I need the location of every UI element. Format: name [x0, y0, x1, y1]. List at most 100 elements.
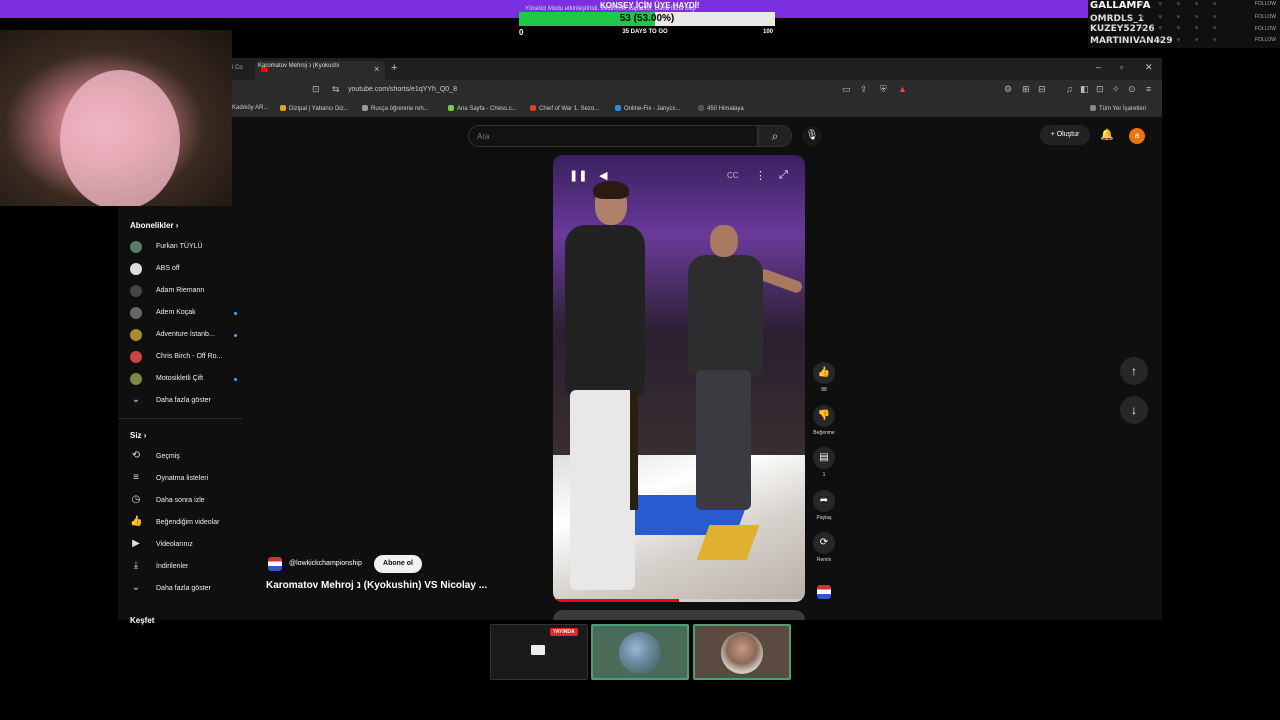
recent-followers-panel: GALLAMPA OMRDLS_1 KUZEY52726 MARTINIVAN4…	[1088, 0, 1280, 48]
site-info-icon[interactable]: ⇆	[332, 84, 340, 95]
bookmark-item[interactable]: 450 Himalaya	[698, 105, 744, 112]
rewards-icon[interactable]: ▲	[898, 84, 907, 94]
mic-icon[interactable]: 🎙	[802, 126, 822, 146]
url-text[interactable]: youtube.com/shorts/e1qYYh_Q0_8	[348, 86, 457, 93]
previous-short-button[interactable]: ↑	[1120, 357, 1148, 385]
create-button[interactable]: + Oluştur	[1040, 125, 1090, 145]
channel-avatar[interactable]	[268, 557, 282, 571]
thumbs-up-icon: 👍	[130, 516, 143, 527]
tab-close-icon[interactable]: ×	[374, 64, 379, 74]
bookmarks-bar: Kadıköy AR... Dizipal | Yabancı Diz... R…	[232, 100, 1162, 118]
cast-icon[interactable]: ▭	[842, 84, 851, 95]
channel-avatar	[130, 285, 142, 297]
next-short-button[interactable]: ↓	[1120, 396, 1148, 424]
address-bar[interactable]: ⊡ ⇆ youtube.com/shorts/e1qYYh_Q0_8 ▭ ⇪ ⛨…	[232, 80, 1162, 100]
webcam-hand	[60, 70, 180, 206]
wallet-icon[interactable]: ⊡	[1096, 84, 1104, 95]
scene-preview[interactable]	[693, 624, 791, 680]
comments-button[interactable]: ▤ 1	[812, 447, 836, 478]
goal-progress-bar: 53 (53.00%)	[519, 12, 775, 26]
sidebar-item-playlists[interactable]: ≡ Oynatma listeleri	[130, 472, 240, 487]
search-input[interactable]: Ara	[468, 125, 758, 147]
you-header[interactable]: Siz ›	[130, 431, 146, 440]
avatar[interactable]: a	[1129, 128, 1145, 144]
goal-days: 35 DAYS TO GO	[622, 29, 668, 35]
new-tab-button[interactable]: +	[391, 62, 397, 74]
sidebar-item-history[interactable]: ⟲ Geçmiş	[130, 450, 240, 465]
close-window-button[interactable]: ✕	[1145, 62, 1153, 73]
sidebar-item-your-videos[interactable]: ▶ Videolarınız	[130, 538, 240, 553]
bookmark-favicon-icon	[280, 105, 286, 111]
vpn-icon[interactable]: ⊙	[1128, 84, 1136, 95]
next-short-preview[interactable]	[553, 610, 805, 620]
comment-icon: ▤	[813, 447, 835, 469]
bookmark-item[interactable]: Kadıköy AR...	[232, 105, 268, 111]
fullscreen-icon[interactable]: ⤢	[779, 169, 788, 182]
live-badge: YAYINDA	[550, 628, 578, 636]
all-bookmarks[interactable]: Tüm Yer İşaretleri	[1090, 105, 1146, 112]
bookmark-favicon-icon	[615, 105, 621, 111]
extensions-puzzle-icon[interactable]: ✧	[1112, 84, 1120, 95]
sidebar-icon[interactable]: ◧	[1080, 84, 1089, 95]
volume-icon[interactable]: ◀	[599, 169, 607, 182]
sidebar-item-watch-later[interactable]: ◷ Daha sonra izle	[130, 494, 240, 509]
sidebar-item-subscription[interactable]: Adam Riemann	[130, 285, 240, 299]
share-button[interactable]: ➦ Paylaş	[812, 490, 836, 521]
sidebar-item-subscription[interactable]: ABS off	[130, 263, 240, 277]
sidebar-item-subscription[interactable]: Adem Koçak	[130, 307, 240, 321]
bookmark-item[interactable]: Online-Fix - Janycx...	[615, 105, 680, 112]
download-icon: ⤓	[133, 560, 139, 571]
video-progress-bar[interactable]	[553, 599, 805, 602]
search-icon[interactable]: ⌕	[758, 125, 792, 147]
minimize-button[interactable]: –	[1096, 62, 1101, 72]
video-person	[678, 225, 804, 525]
brave-shield-icon[interactable]: ⛨	[880, 84, 887, 95]
heart-icons: ♥♥♥♥♥	[1140, 37, 1231, 44]
sidebar-item-subscription[interactable]: Adventure İstanb...	[130, 329, 240, 343]
show-more-button[interactable]: ⌄ Daha fazla göster	[130, 582, 240, 597]
new-content-dot	[234, 312, 237, 315]
tab-previous[interactable]: i Co	[232, 65, 243, 71]
pause-icon[interactable]: ❚❚	[569, 169, 587, 182]
like-button[interactable]: 👍 88	[812, 362, 836, 393]
maximize-button[interactable]: ▫	[1120, 62, 1123, 72]
media-icon[interactable]: ♫	[1066, 84, 1073, 94]
extension-icon[interactable]: ⊟	[1038, 84, 1046, 95]
channel-thumbnail[interactable]	[817, 585, 831, 599]
sidebar-item-subscription[interactable]: Chris Birch - Off Ro...	[130, 351, 240, 365]
scene-preview[interactable]	[591, 624, 689, 680]
follow-tag: FOLLOW	[1254, 1, 1276, 7]
dislike-button[interactable]: 👎 Beğenme	[812, 405, 836, 436]
bell-icon[interactable]: 🔔	[1100, 128, 1114, 141]
subscriptions-header[interactable]: Abonelikler ›	[130, 221, 178, 230]
clock-icon: ◷	[131, 494, 141, 505]
sidebar-item-subscription[interactable]: Motosikletli Çift	[130, 373, 240, 387]
bookmark-item[interactable]: Rusça öğrenme reh...	[362, 105, 429, 112]
menu-icon[interactable]: ≡	[1146, 84, 1151, 94]
channel-name[interactable]: @lowkickchampionship	[289, 560, 362, 567]
bookmark-item[interactable]: Dizipal | Yabancı Diz...	[280, 105, 349, 112]
sidebar-item-liked[interactable]: 👍 Beğendiğim videolar	[130, 516, 240, 531]
bookmark-item[interactable]: Ana Sayfa - Chess.c...	[448, 105, 517, 112]
short-title[interactable]: Karomatov Mehroj נ (Kyokushin) VS Nicola…	[266, 580, 487, 591]
channel-avatar	[130, 351, 142, 363]
channel-avatar	[130, 329, 142, 341]
bookmark-item[interactable]: Chief of War 1. Sezo...	[530, 105, 599, 112]
thumbs-up-icon: 👍	[813, 362, 835, 384]
more-options-icon[interactable]: ⋮	[755, 169, 766, 182]
extension-icon[interactable]: ⚙	[1004, 84, 1012, 95]
goal-min: 0	[519, 28, 524, 37]
remix-button[interactable]: ⟳ Remix	[812, 532, 836, 563]
shorts-video-player[interactable]: ❚❚ ◀ CC ⋮ ⤢	[553, 155, 805, 602]
show-more-button[interactable]: ⌄ Daha fazla göster	[130, 394, 240, 409]
extension-icon[interactable]: ⊞	[1022, 84, 1030, 95]
new-content-dot	[234, 378, 237, 381]
explore-header[interactable]: Keşfet	[130, 616, 154, 625]
heart-icons: ♥♥♥♥♥	[1140, 25, 1231, 32]
share-icon[interactable]: ⇪	[860, 84, 868, 95]
captions-icon[interactable]: CC	[727, 171, 739, 180]
sidebar-item-subscription[interactable]: Furkan TÜYLÜ	[130, 241, 240, 255]
bookmark-star-icon[interactable]: ⊡	[312, 84, 320, 95]
subscribe-button[interactable]: Abone ol	[374, 555, 422, 573]
sidebar-item-downloads[interactable]: ⤓ İndirilenler	[130, 560, 240, 575]
